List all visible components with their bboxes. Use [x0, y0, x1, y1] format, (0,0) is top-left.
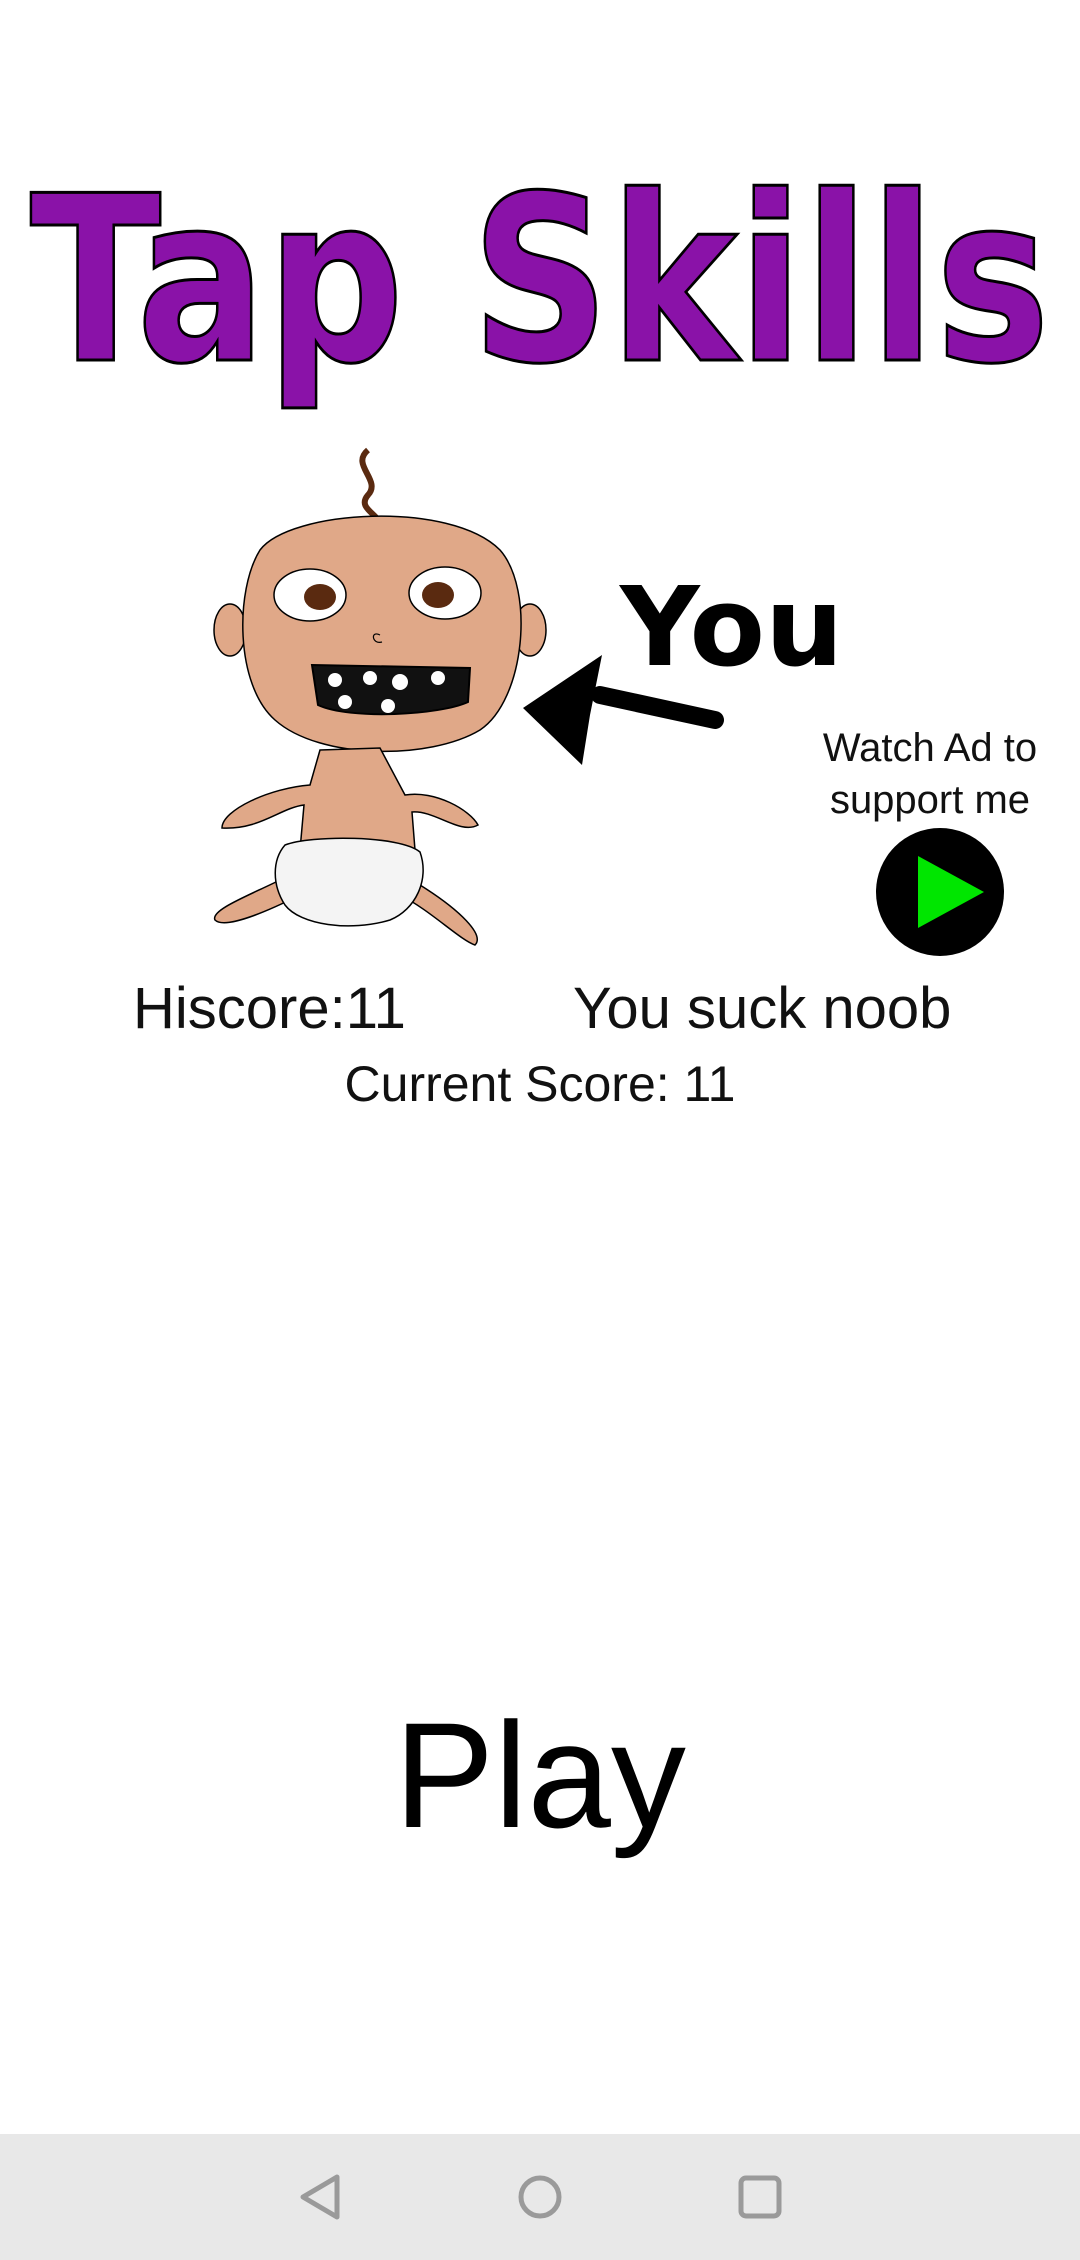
- recents-square-icon: [738, 2175, 782, 2219]
- hiscore-label: Hiscore:11: [133, 976, 406, 1041]
- current-score-label: Current Score: 11: [344, 1056, 736, 1112]
- you-label-text: You: [618, 563, 843, 691]
- game-screen: Tap Skills You Watch Ad to support me Hi…: [0, 0, 1080, 2260]
- tap-skills-logo: Tap Skills: [29, 147, 1052, 417]
- home-circle-icon: [518, 2175, 562, 2219]
- play-button[interactable]: Play: [340, 1680, 740, 1870]
- watch-ad-text: Watch Ad to support me: [822, 726, 1038, 822]
- nav-recents-button[interactable]: [725, 2162, 795, 2232]
- system-navigation-bar: [0, 2134, 1080, 2260]
- play-icon: [918, 856, 984, 928]
- logo-text: Tap Skills: [30, 148, 1050, 415]
- taunt-message: You suck noob: [573, 976, 952, 1041]
- watch-ad-button[interactable]: [876, 828, 1004, 956]
- baby-character-image: [213, 447, 547, 946]
- back-triangle-icon: [300, 2174, 340, 2220]
- nav-home-button[interactable]: [505, 2162, 575, 2232]
- nav-back-button[interactable]: [285, 2162, 355, 2232]
